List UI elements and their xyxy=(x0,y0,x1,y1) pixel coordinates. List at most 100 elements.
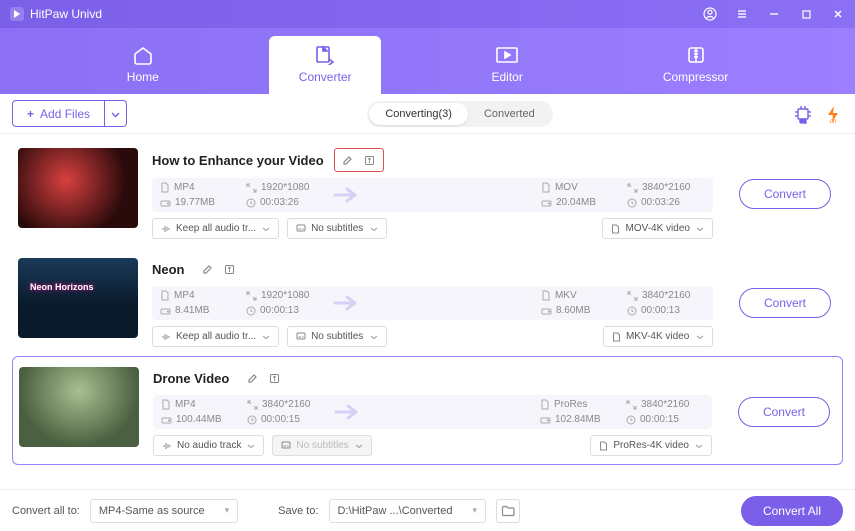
convert-button[interactable]: Convert xyxy=(739,288,831,318)
edit-icon-group xyxy=(239,367,287,389)
src-duration: 00:00:15 xyxy=(247,414,325,425)
segment-converted[interactable]: Converted xyxy=(468,103,551,125)
add-files-group: + Add Files xyxy=(12,100,127,127)
hardware-accel-icon[interactable]: on xyxy=(793,104,813,124)
footer: Convert all to: MP4-Same as source ▾ Sav… xyxy=(0,489,855,531)
convert-all-button[interactable]: Convert All xyxy=(741,496,843,526)
save-to-label: Save to: xyxy=(278,505,318,517)
convert-button[interactable]: Convert xyxy=(739,179,831,209)
file-title: How to Enhance your Video xyxy=(152,153,324,168)
plus-icon: + xyxy=(27,107,34,121)
chevron-down-icon: ▾ xyxy=(472,505,477,516)
minimize-icon[interactable] xyxy=(767,7,781,21)
close-icon[interactable] xyxy=(831,7,845,21)
dst-duration: 00:00:13 xyxy=(627,305,705,316)
info-icon[interactable] xyxy=(221,260,239,278)
src-duration: 00:03:26 xyxy=(246,197,324,208)
main-tabs: Home Converter Editor Compressor xyxy=(0,28,855,94)
convert-all-to-value: MP4-Same as source xyxy=(99,505,205,517)
add-files-dropdown[interactable] xyxy=(105,100,127,127)
svg-text:on: on xyxy=(830,119,837,124)
src-duration: 00:00:13 xyxy=(246,305,324,316)
dst-duration: 00:03:26 xyxy=(627,197,705,208)
arrow-icon xyxy=(332,294,362,312)
output-preset-select[interactable]: MOV-4K video xyxy=(602,218,712,239)
arrow-icon xyxy=(333,403,363,421)
dst-resolution: 3840*2160 xyxy=(627,290,705,301)
item-details: How to Enhance your Video MP4 19.77MB 19… xyxy=(152,148,713,239)
audio-track-select[interactable]: No audio track xyxy=(153,435,264,456)
video-thumbnail[interactable] xyxy=(19,367,139,447)
chevron-down-icon: ▾ xyxy=(225,505,230,516)
dst-size: 20.04MB xyxy=(541,197,619,208)
audio-track-select[interactable]: Keep all audio tr... xyxy=(152,326,279,347)
info-icon[interactable] xyxy=(361,151,379,169)
conversion-list: How to Enhance your Video MP4 19.77MB 19… xyxy=(0,134,855,489)
chevron-down-icon xyxy=(111,106,120,121)
titlebar: HitPaw Univd xyxy=(0,0,855,28)
dst-resolution: 3840*2160 xyxy=(626,399,704,410)
tab-label: Compressor xyxy=(663,70,728,84)
status-segmented: Converting(3) Converted xyxy=(367,101,552,127)
subtitle-select[interactable]: No subtitles xyxy=(287,326,387,347)
app-brand: HitPaw Univd xyxy=(10,7,102,21)
video-thumbnail[interactable] xyxy=(18,148,138,228)
tab-home[interactable]: Home xyxy=(97,36,189,94)
tab-compressor[interactable]: Compressor xyxy=(633,36,758,94)
dst-size: 8.60MB xyxy=(541,305,619,316)
converter-icon xyxy=(312,44,338,66)
open-folder-button[interactable] xyxy=(496,499,520,523)
svg-text:on: on xyxy=(800,119,807,124)
edit-icon[interactable] xyxy=(243,369,261,387)
subtitle-select[interactable]: No subtitles xyxy=(287,218,387,239)
menu-icon[interactable] xyxy=(735,7,749,21)
home-icon xyxy=(130,44,156,66)
conversion-item[interactable]: Neon MP4 8.41MB 1920*1080 00:00:13 xyxy=(12,248,843,356)
media-info-row: MP4 8.41MB 1920*1080 00:00:13 MKV 8.60MB… xyxy=(152,286,713,320)
audio-track-select[interactable]: Keep all audio tr... xyxy=(152,218,279,239)
compressor-icon xyxy=(683,44,709,66)
segment-converting[interactable]: Converting(3) xyxy=(369,103,468,125)
output-preset-select[interactable]: ProRes-4K video xyxy=(590,435,712,456)
dst-format: MOV xyxy=(541,182,619,193)
src-format: MP4 xyxy=(160,290,238,301)
item-details: Neon MP4 8.41MB 1920*1080 00:00:13 xyxy=(152,258,713,347)
maximize-icon[interactable] xyxy=(799,7,813,21)
edit-icon[interactable] xyxy=(339,151,357,169)
src-resolution: 1920*1080 xyxy=(246,182,324,193)
save-to-value: D:\HitPaw ...\Converted xyxy=(338,505,453,517)
convert-button[interactable]: Convert xyxy=(738,397,830,427)
window-controls xyxy=(703,7,845,21)
dst-size: 102.84MB xyxy=(540,414,618,425)
info-icon[interactable] xyxy=(265,369,283,387)
file-title: Drone Video xyxy=(153,371,229,386)
item-details: Drone Video MP4 100.44MB 3840*2160 00:00… xyxy=(153,367,712,456)
media-info-row: MP4 19.77MB 1920*1080 00:03:26 MOV 20.04… xyxy=(152,178,713,212)
app-name: HitPaw Univd xyxy=(30,7,102,21)
add-files-button[interactable]: + Add Files xyxy=(12,100,105,127)
tab-editor[interactable]: Editor xyxy=(461,36,552,94)
save-to-select[interactable]: D:\HitPaw ...\Converted ▾ xyxy=(329,499,486,523)
account-icon[interactable] xyxy=(703,7,717,21)
output-preset-select[interactable]: MKV-4K video xyxy=(603,326,713,347)
video-thumbnail[interactable] xyxy=(18,258,138,338)
edit-icon-group xyxy=(334,148,384,172)
conversion-item[interactable]: Drone Video MP4 100.44MB 3840*2160 00:00… xyxy=(12,356,843,465)
editor-icon xyxy=(494,44,520,66)
convert-all-to-label: Convert all to: xyxy=(12,505,80,517)
src-resolution: 1920*1080 xyxy=(246,290,324,301)
dst-duration: 00:00:15 xyxy=(626,414,704,425)
conversion-item[interactable]: How to Enhance your Video MP4 19.77MB 19… xyxy=(12,138,843,248)
tab-converter[interactable]: Converter xyxy=(269,36,382,94)
tab-label: Home xyxy=(127,70,159,84)
turbo-icon[interactable]: on xyxy=(823,104,843,124)
arrow-icon xyxy=(332,186,362,204)
src-size: 19.77MB xyxy=(160,197,238,208)
edit-icon[interactable] xyxy=(199,260,217,278)
toolbar: + Add Files Converting(3) Converted on o… xyxy=(0,94,855,134)
src-format: MP4 xyxy=(161,399,239,410)
dst-resolution: 3840*2160 xyxy=(627,182,705,193)
subtitle-select: No subtitles xyxy=(272,435,372,456)
edit-icon-group xyxy=(195,258,243,280)
convert-all-to-select[interactable]: MP4-Same as source ▾ xyxy=(90,499,238,523)
